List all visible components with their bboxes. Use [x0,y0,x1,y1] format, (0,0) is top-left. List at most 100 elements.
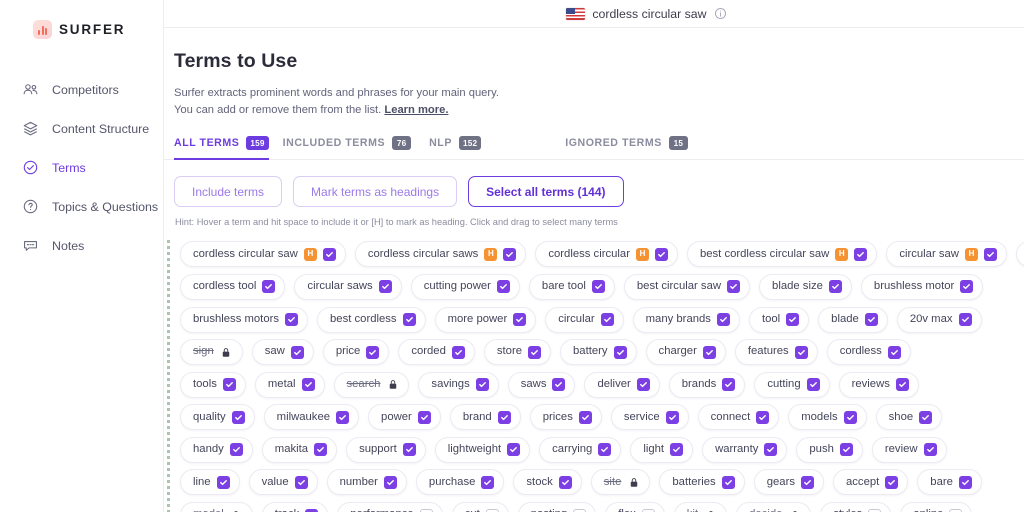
term-chip[interactable]: circular saw H [886,241,1007,268]
lock-icon[interactable] [220,346,233,359]
term-chip[interactable]: brands [668,371,746,398]
term-chip[interactable]: line [180,469,240,496]
term-chip[interactable]: metal [254,371,325,398]
unchecked-checkbox-icon[interactable] [949,508,963,512]
term-chip[interactable]: cordless circular saw H [180,241,346,268]
term-chip[interactable]: site [590,469,651,496]
term-chip[interactable]: shoe [875,404,943,431]
term-chip[interactable]: service [610,404,689,431]
checked-checkbox-icon[interactable] [229,443,243,457]
include-terms-button[interactable]: Include terms [174,176,283,208]
sidebar-item-terms[interactable]: Terms [0,148,163,187]
term-chip[interactable]: cordless saws [1015,241,1024,268]
checked-checkbox-icon[interactable] [528,345,541,359]
checked-checkbox-icon[interactable] [503,247,517,261]
term-chip[interactable]: tool [748,306,810,333]
term-chip[interactable]: makita [261,436,338,463]
brand-logo[interactable]: SURFER [0,0,163,42]
checked-checkbox-icon[interactable] [794,345,808,359]
checked-checkbox-icon[interactable] [923,443,937,457]
checked-checkbox-icon[interactable] [636,378,650,392]
term-chip[interactable]: kit [673,502,728,512]
checked-checkbox-icon[interactable] [887,345,901,359]
term-chip[interactable]: savings [418,371,499,398]
term-chip[interactable]: saws [507,371,576,398]
checked-checkbox-icon[interactable] [864,313,878,327]
checked-checkbox-icon[interactable] [786,313,800,327]
checked-checkbox-icon[interactable] [451,345,465,359]
sidebar-item-topics-questions[interactable]: Topics & Questions [0,187,163,226]
lock-icon[interactable] [788,509,801,512]
term-chip[interactable]: push [796,436,863,463]
checked-checkbox-icon[interactable] [322,247,336,261]
heading-badge-icon[interactable]: H [484,247,498,261]
checked-checkbox-icon[interactable] [800,475,814,489]
term-chip[interactable]: handy [180,436,253,463]
term-chip[interactable]: prices [529,404,602,431]
term-chip[interactable]: track [261,502,329,512]
checked-checkbox-icon[interactable] [839,443,853,457]
checked-checkbox-icon[interactable] [721,475,735,489]
checked-checkbox-icon[interactable] [402,443,416,457]
unchecked-checkbox-icon[interactable] [419,508,433,512]
term-chip[interactable]: models [788,404,867,431]
sidebar-item-content-structure[interactable]: Content Structure [0,109,163,148]
checked-checkbox-icon[interactable] [895,378,909,392]
checked-checkbox-icon[interactable] [598,443,612,457]
checked-checkbox-icon[interactable] [497,410,511,424]
sidebar-item-competitors[interactable]: Competitors [0,70,163,109]
term-chip[interactable]: accept [832,469,909,496]
checked-checkbox-icon[interactable] [716,313,730,327]
checked-checkbox-icon[interactable] [958,313,972,327]
term-chip[interactable]: best cordless circular saw H [686,241,878,268]
term-chip[interactable]: circular saws [294,273,402,300]
select-all-terms-button[interactable]: Select all terms (144) [468,176,624,208]
checked-checkbox-icon[interactable] [383,475,397,489]
term-chip[interactable]: light [630,436,694,463]
heading-badge-icon[interactable]: H [964,247,978,261]
checked-checkbox-icon[interactable] [958,475,972,489]
term-chip[interactable]: warranty [702,436,788,463]
term-chip[interactable]: price [322,339,390,366]
checked-checkbox-icon[interactable] [613,345,627,359]
checked-checkbox-icon[interactable] [960,280,974,294]
term-chip[interactable]: quality [180,404,255,431]
checked-checkbox-icon[interactable] [314,443,328,457]
info-icon[interactable] [714,7,727,20]
term-chip[interactable]: bare [917,469,982,496]
term-chip[interactable]: gears [753,469,824,496]
checked-checkbox-icon[interactable] [402,313,416,327]
checked-checkbox-icon[interactable] [285,313,299,327]
learn-more-link[interactable]: Learn more. [384,104,448,116]
checked-checkbox-icon[interactable] [670,443,684,457]
checked-checkbox-icon[interactable] [507,443,521,457]
term-chip[interactable]: sign [180,339,243,366]
checked-checkbox-icon[interactable] [513,313,527,327]
lock-icon[interactable] [230,509,243,512]
term-chip[interactable]: circular [545,306,624,333]
term-chip[interactable]: decide [736,502,812,512]
term-chip[interactable]: batteries [659,469,745,496]
checked-checkbox-icon[interactable] [305,508,319,512]
term-chip[interactable]: cutting [754,371,830,398]
checked-checkbox-icon[interactable] [727,280,741,294]
checked-checkbox-icon[interactable] [600,313,614,327]
term-chip[interactable]: cordless [826,339,911,366]
term-chip[interactable]: value [248,469,318,496]
term-chip[interactable]: brushless motors [180,306,309,333]
term-chip[interactable]: reviews [838,371,919,398]
lock-icon[interactable] [704,509,717,512]
tab-ignored-terms[interactable]: IGNORED TERMS 15 [565,136,706,159]
term-chip[interactable]: cordless circular saws H [354,241,527,268]
checked-checkbox-icon[interactable] [378,280,392,294]
checked-checkbox-icon[interactable] [366,345,380,359]
checked-checkbox-icon[interactable] [665,410,679,424]
term-chip[interactable]: online [900,502,973,512]
term-chip[interactable]: support [346,436,426,463]
unchecked-checkbox-icon[interactable] [641,508,655,512]
checked-checkbox-icon[interactable] [578,410,592,424]
sidebar-item-notes[interactable]: Notes [0,226,163,265]
term-chip[interactable]: tools [180,371,246,398]
term-chip[interactable]: connect [697,404,780,431]
lock-icon[interactable] [386,378,399,391]
